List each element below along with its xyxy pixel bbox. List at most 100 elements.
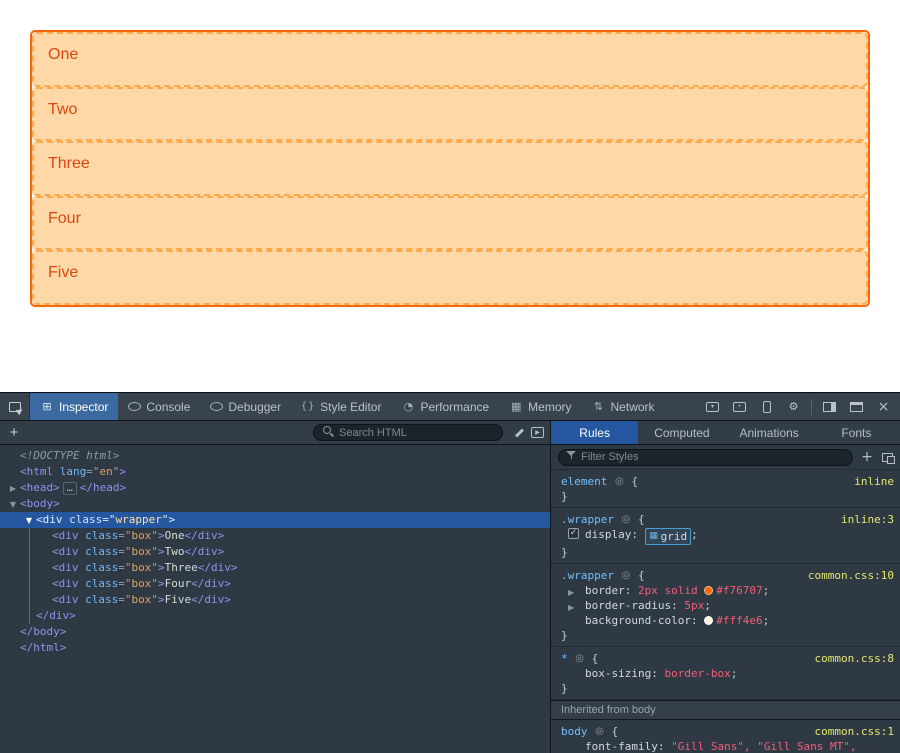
tag-name: <div	[52, 545, 79, 558]
tab-label: Style Editor	[320, 400, 381, 414]
screenshot-icon: •	[733, 402, 746, 412]
selector-highlighter-icon[interactable]: ◎	[573, 652, 587, 666]
attribute-value: box	[132, 593, 152, 606]
markup-line[interactable]: </body>	[0, 624, 550, 640]
css-declaration[interactable]: box-sizing: border-box;	[561, 666, 894, 681]
tab-label: Performance	[420, 400, 489, 414]
markup-line[interactable]: <div class="box">Four</div>	[0, 576, 550, 592]
sidebar-tab-rules[interactable]: Rules	[551, 421, 638, 444]
dock-side-button[interactable]	[817, 396, 842, 418]
attribute-value: box	[132, 529, 152, 542]
color-swatch[interactable]	[704, 586, 713, 595]
property-value[interactable]: border-box	[664, 667, 730, 680]
search-input[interactable]	[339, 427, 494, 439]
dock-window-button[interactable]	[844, 396, 869, 418]
grid-toggle-badge[interactable]: ▦grid	[645, 528, 692, 545]
screenshot-button[interactable]: •	[727, 396, 752, 418]
rule-selector[interactable]: .wrapper	[561, 512, 614, 527]
attribute-name: class	[85, 561, 118, 574]
markup-line[interactable]: ▼<body>	[0, 496, 550, 512]
markup-view: <!DOCTYPE html><html lang="en">▶<head>…<…	[0, 445, 550, 753]
property-name[interactable]: background-color:	[585, 614, 698, 627]
stylesheet-link[interactable]: common.css:1	[815, 724, 894, 739]
property-name[interactable]: border:	[585, 584, 631, 597]
property-name[interactable]: box-sizing:	[585, 667, 658, 680]
css-rule: *◎{common.css:8box-sizing: border-box;}	[551, 647, 900, 700]
tab-memory[interactable]: ▦Memory	[499, 393, 581, 420]
selector-highlighter-icon[interactable]: ◎	[593, 725, 607, 739]
markup-line[interactable]: </html>	[0, 640, 550, 656]
css-declaration[interactable]: ▶border: 2px solid #f76707;	[561, 583, 894, 598]
add-rule-icon[interactable]: +	[860, 450, 874, 464]
markup-line[interactable]: <html lang="en">	[0, 464, 550, 480]
css-rule: .wrapper◎{common.css:10▶border: 2px soli…	[551, 564, 900, 647]
iframe-picker-icon: ▾	[706, 402, 719, 412]
expander-icon[interactable]: ▼	[22, 513, 36, 529]
filter-box[interactable]	[558, 449, 853, 466]
stylesheet-link[interactable]: common.css:8	[815, 651, 894, 666]
declaration-checkbox[interactable]: ✓	[568, 528, 579, 539]
tab-inspector[interactable]: ⊞Inspector	[30, 393, 118, 420]
expander-icon[interactable]: ▶	[6, 481, 20, 497]
tab-performance[interactable]: ◔Performance	[391, 393, 499, 420]
markup-line[interactable]: ▼<div class="wrapper">	[0, 512, 550, 528]
property-value[interactable]: 2px solid	[638, 584, 704, 597]
close-button[interactable]: ×	[871, 396, 896, 418]
property-name[interactable]: display:	[585, 528, 638, 541]
selector-highlighter-icon[interactable]: ◎	[612, 475, 626, 489]
property-value[interactable]: 5px	[684, 599, 704, 612]
attribute-name: class	[85, 593, 118, 606]
rule-selector[interactable]: body	[561, 724, 588, 739]
iframe-picker-button[interactable]: ▾	[700, 396, 725, 418]
css-declaration[interactable]: ✓display: ▦grid;	[561, 527, 894, 545]
stylesheet-link[interactable]: inline:3	[841, 512, 894, 527]
toggle-classes-icon[interactable]	[882, 453, 893, 462]
memory-icon: ▦	[509, 400, 523, 414]
markup-line[interactable]: <!DOCTYPE html>	[0, 448, 550, 464]
property-value[interactable]: #fff4e6	[716, 614, 762, 627]
inspector-icon: ⊞	[40, 400, 54, 414]
stylesheet-link[interactable]: common.css:10	[808, 568, 894, 583]
markup-line[interactable]: <div class="box">Two</div>	[0, 544, 550, 560]
sidebar-tab-fonts[interactable]: Fonts	[813, 421, 900, 444]
search-box[interactable]	[313, 424, 503, 441]
eyedropper-icon[interactable]	[513, 427, 525, 439]
tab-network[interactable]: ⇅Network	[582, 393, 665, 420]
css-declaration[interactable]: ▶border-radius: 5px;	[561, 598, 894, 613]
markup-line[interactable]: <div class="box">Three</div>	[0, 560, 550, 576]
expander-icon[interactable]: ▼	[6, 497, 20, 513]
stylesheet-link[interactable]: inline	[854, 474, 894, 489]
rule-selector[interactable]: element	[561, 474, 607, 489]
css-declaration[interactable]: font-family: "Gill Sans", "Gill Sans MT"…	[561, 739, 894, 753]
collapsed-ellipsis-badge[interactable]: …	[63, 482, 77, 495]
responsive-design-button[interactable]	[754, 396, 779, 418]
rule-selector[interactable]: *	[561, 651, 568, 666]
tab-console[interactable]: Console	[118, 393, 200, 420]
pick-element-button[interactable]	[0, 393, 30, 420]
play-icon[interactable]: ▶	[531, 427, 544, 438]
markup-line[interactable]: <div class="box">Five</div>	[0, 592, 550, 608]
color-swatch[interactable]	[704, 616, 713, 625]
markup-line[interactable]: </div>	[0, 608, 550, 624]
tab-style-editor[interactable]: {}Style Editor	[291, 393, 391, 420]
selector-highlighter-icon[interactable]: ◎	[619, 513, 633, 527]
markup-line[interactable]: <div class="box">One</div>	[0, 528, 550, 544]
rules-view: element◎{inline}.wrapper◎{inline:3✓displ…	[551, 470, 900, 753]
css-declaration[interactable]: background-color: #fff4e6;	[561, 613, 894, 628]
sidebar-tab-computed[interactable]: Computed	[638, 421, 725, 444]
tab-debugger[interactable]: Debugger	[200, 393, 291, 420]
property-name[interactable]: border-radius:	[585, 599, 678, 612]
markup-line[interactable]: ▶<head>…</head>	[0, 480, 550, 496]
attribute-value: en	[100, 465, 113, 478]
sidebar-tab-animations[interactable]: Animations	[726, 421, 813, 444]
selector-highlighter-icon[interactable]: ◎	[619, 569, 633, 583]
filter-styles-input[interactable]	[581, 451, 845, 463]
tag-name: </div>	[185, 545, 225, 558]
responsive-design-icon	[763, 401, 771, 413]
settings-button[interactable]: ⚙	[781, 396, 806, 418]
demo-box: Four	[32, 196, 868, 251]
add-node-button[interactable]: +	[0, 424, 28, 441]
property-name[interactable]: font-family:	[585, 740, 664, 753]
rule-selector[interactable]: .wrapper	[561, 568, 614, 583]
property-value[interactable]: #f76707	[716, 584, 762, 597]
